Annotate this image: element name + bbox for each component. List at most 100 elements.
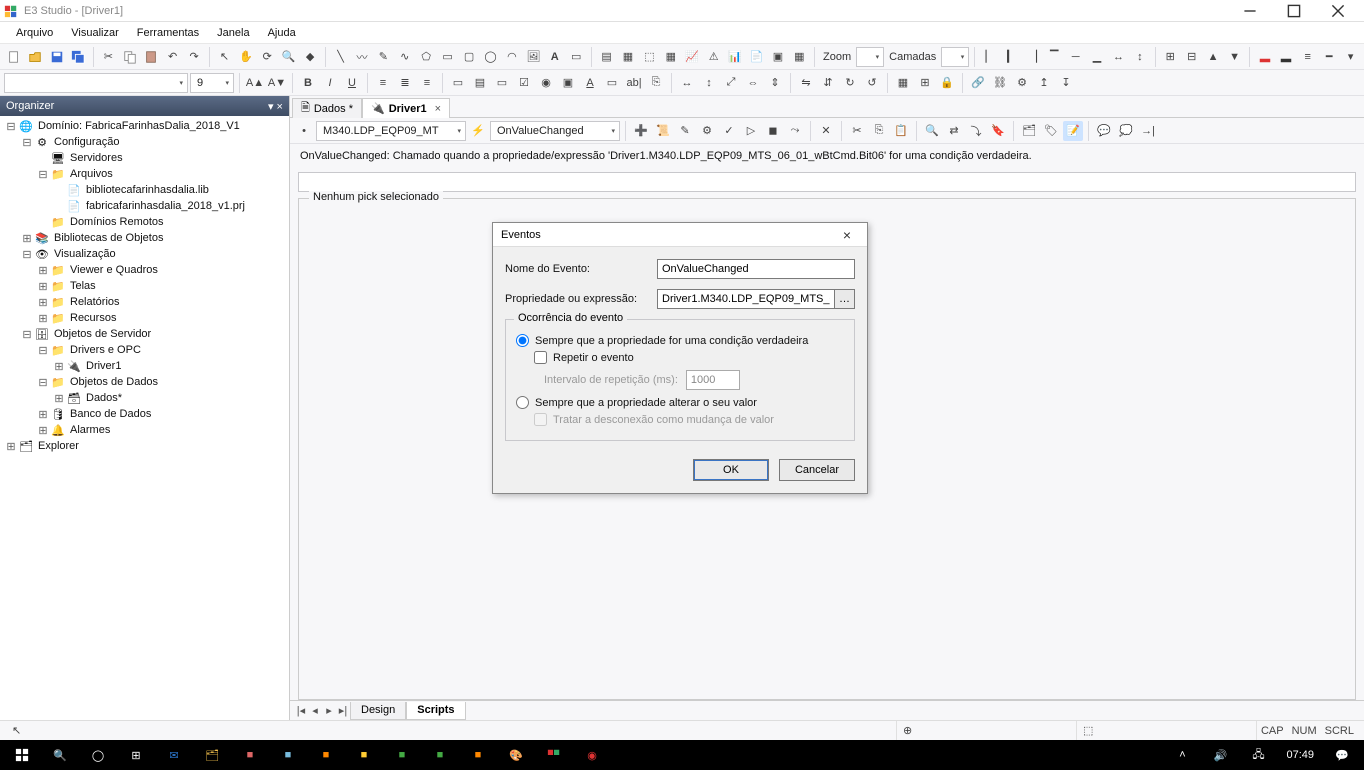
- property-browse-button[interactable]: …: [835, 289, 855, 309]
- ok-button[interactable]: OK: [693, 459, 769, 481]
- tree-node[interactable]: ⊟🗄Objetos de Servidor: [0, 326, 289, 342]
- same-height-icon[interactable]: ↕: [699, 73, 719, 93]
- tree-node[interactable]: ⊟📁Objetos de Dados: [0, 374, 289, 390]
- curve-icon[interactable]: ∿: [395, 47, 414, 67]
- taskbar-e3-icon[interactable]: [536, 740, 572, 770]
- fill-color-icon[interactable]: [1255, 47, 1274, 67]
- zoom-dropdown[interactable]: [856, 47, 884, 67]
- align-right-icon[interactable]: ≡: [417, 73, 437, 93]
- chart-icon[interactable]: 📈: [683, 47, 702, 67]
- bottom-tab-design[interactable]: Design: [350, 702, 406, 720]
- tree-node[interactable]: ⊞📁Relatórios: [0, 294, 289, 310]
- tree-node[interactable]: ⊞🛢Banco de Dados: [0, 406, 289, 422]
- undo-icon[interactable]: ↶: [163, 47, 182, 67]
- cut-icon[interactable]: ✂: [99, 47, 118, 67]
- ellipse-icon[interactable]: ◯: [481, 47, 500, 67]
- task-view-icon[interactable]: ⊞: [118, 740, 154, 770]
- font-grow-icon[interactable]: A▲: [245, 73, 265, 93]
- dialog-titlebar[interactable]: Eventos ×: [493, 223, 867, 247]
- tree-twisty-icon[interactable]: ⊞: [4, 440, 18, 453]
- radio-icon[interactable]: ◉: [536, 73, 556, 93]
- font-combo[interactable]: [4, 73, 188, 93]
- tree-node[interactable]: ⊞📚Bibliotecas de Objetos: [0, 230, 289, 246]
- props-icon[interactable]: ⚙: [1012, 73, 1032, 93]
- space-h-icon[interactable]: ⇔: [743, 73, 763, 93]
- alarm-icon[interactable]: ⚠: [704, 47, 723, 67]
- paste-icon[interactable]: [142, 47, 161, 67]
- font-size-combo[interactable]: 9: [190, 73, 234, 93]
- window-close-button[interactable]: [1316, 0, 1360, 22]
- tree-node[interactable]: ⊟📁Arquivos: [0, 166, 289, 182]
- distribute-h-icon[interactable]: ↔: [1109, 47, 1128, 67]
- tree-twisty-icon[interactable]: ⊟: [4, 120, 18, 133]
- tree-twisty-icon[interactable]: ⊟: [36, 344, 50, 357]
- redo-icon[interactable]: ↷: [184, 47, 203, 67]
- taskbar-paint-icon[interactable]: 🎨: [498, 740, 534, 770]
- layers-dropdown[interactable]: [941, 47, 969, 67]
- label-icon[interactable]: A: [580, 73, 600, 93]
- tab-nav-last[interactable]: ▸|: [336, 704, 350, 717]
- pointer-icon[interactable]: ↖: [215, 47, 234, 67]
- bookmark-icon[interactable]: 🔖: [988, 121, 1008, 141]
- tree-twisty-icon[interactable]: ⊟: [36, 376, 50, 389]
- more-icon[interactable]: ▾: [1341, 47, 1360, 67]
- menu-ferramentas[interactable]: Ferramentas: [129, 25, 207, 41]
- tree-node[interactable]: ⊞🔌Driver1: [0, 358, 289, 374]
- expression-box[interactable]: [298, 172, 1356, 192]
- show-grid-icon[interactable]: ⊞: [915, 73, 935, 93]
- space-v-icon[interactable]: ⇕: [765, 73, 785, 93]
- e3browser-icon[interactable]: ▦: [661, 47, 680, 67]
- tree-node[interactable]: ⊞📁Recursos: [0, 310, 289, 326]
- event-combo[interactable]: OnValueChanged: [490, 121, 620, 141]
- scale-icon[interactable]: ▤: [597, 47, 616, 67]
- display-icon[interactable]: ▦: [618, 47, 637, 67]
- tree-node[interactable]: 📁Domínios Remotos: [0, 214, 289, 230]
- align-top-obj-icon[interactable]: ▔: [1044, 47, 1063, 67]
- cortana-icon[interactable]: ◯: [80, 740, 116, 770]
- link-icon[interactable]: 🔗: [968, 73, 988, 93]
- align-center-icon[interactable]: ≣: [395, 73, 415, 93]
- arc-icon[interactable]: ◠: [502, 47, 521, 67]
- snap-grid-icon[interactable]: ▦: [893, 73, 913, 93]
- groupbox-icon[interactable]: ▣: [558, 73, 578, 93]
- search-icon[interactable]: 🔍: [42, 740, 78, 770]
- send-back-icon[interactable]: ▼: [1225, 47, 1244, 67]
- copy-icon[interactable]: [120, 47, 139, 67]
- tree-node[interactable]: ⊟⚙Configuração: [0, 134, 289, 150]
- distribute-v-icon[interactable]: ↕: [1130, 47, 1149, 67]
- setpoint-icon[interactable]: ⬚: [640, 47, 659, 67]
- delete-icon[interactable]: ✕: [816, 121, 836, 141]
- tree-twisty-icon[interactable]: ⊟: [20, 328, 34, 341]
- tab-icon[interactable]: ⎘: [646, 73, 666, 93]
- tab-nav-prev[interactable]: ◂: [308, 704, 322, 717]
- zoom-icon[interactable]: 🔍: [279, 47, 298, 67]
- font-shrink-icon[interactable]: A▼: [267, 73, 287, 93]
- taskbar-app4-icon[interactable]: ■: [346, 740, 382, 770]
- same-size-icon[interactable]: ⤢: [721, 73, 741, 93]
- bring-front-icon[interactable]: ▲: [1203, 47, 1222, 67]
- tree-node[interactable]: ⊞📁Viewer e Quadros: [0, 262, 289, 278]
- tree-node[interactable]: ⊞🔔Alarmes: [0, 422, 289, 438]
- tree-twisty-icon[interactable]: ⊞: [52, 360, 66, 373]
- stop-icon[interactable]: ◼: [763, 121, 783, 141]
- rotate-ccw-icon[interactable]: ↺: [862, 73, 882, 93]
- check-repeat[interactable]: [534, 351, 547, 364]
- tag-browser-icon[interactable]: 🏷: [1041, 121, 1061, 141]
- italic-button[interactable]: I: [320, 73, 340, 93]
- rotate-cw-icon[interactable]: ↻: [840, 73, 860, 93]
- organizer-tree[interactable]: ⊟🌐Domínio: FabricaFarinhasDalia_2018_V1⊟…: [0, 116, 289, 720]
- group-icon[interactable]: ⊞: [1161, 47, 1180, 67]
- paste2-icon[interactable]: 📋: [891, 121, 911, 141]
- save-all-icon[interactable]: [68, 47, 87, 67]
- tree-twisty-icon[interactable]: ⊞: [36, 312, 50, 325]
- roundrect-icon[interactable]: ▢: [459, 47, 478, 67]
- tree-node[interactable]: ⊞🗃Dados*: [0, 390, 289, 406]
- tree-twisty-icon[interactable]: ⊞: [36, 296, 50, 309]
- taskbar-app1-icon[interactable]: ■: [232, 740, 268, 770]
- tree-node[interactable]: 📄fabricafarinhasdalia_2018_v1.prj: [0, 198, 289, 214]
- script-editor-icon[interactable]: 📝: [1063, 121, 1083, 141]
- underline-button[interactable]: U: [342, 73, 362, 93]
- combo-icon[interactable]: ▭: [448, 73, 468, 93]
- save-icon[interactable]: [47, 47, 66, 67]
- tray-network-icon[interactable]: 🖧: [1240, 740, 1276, 770]
